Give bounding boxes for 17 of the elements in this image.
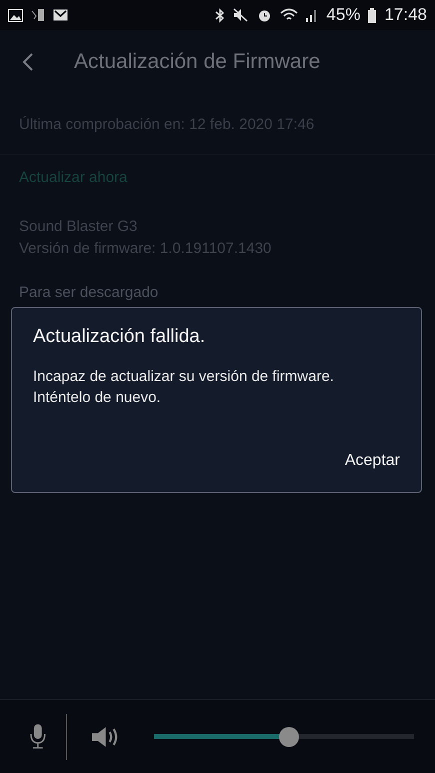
battery-percent: 45% — [326, 5, 360, 25]
bluetooth-icon — [215, 8, 226, 22]
signal-icon — [306, 8, 318, 22]
image-icon — [8, 8, 23, 22]
page-title: Actualización de Firmware — [74, 50, 320, 74]
alarm-icon — [257, 8, 272, 22]
back-icon[interactable] — [22, 52, 34, 72]
slider-thumb[interactable] — [279, 726, 300, 746]
dialog-title: Actualización fallida. — [33, 326, 206, 348]
accept-button[interactable]: Aceptar — [334, 448, 410, 474]
wifi-icon — [280, 8, 298, 22]
mute-icon — [233, 8, 250, 22]
clock: 17:48 — [384, 5, 427, 25]
dialog-message: Incapaz de actualizar su versión de firmware. Inténtelo de nuevo. — [33, 367, 335, 408]
mail-icon — [53, 9, 68, 21]
download-label: Para ser descargado — [19, 284, 160, 302]
microphone-icon[interactable] — [30, 723, 46, 750]
